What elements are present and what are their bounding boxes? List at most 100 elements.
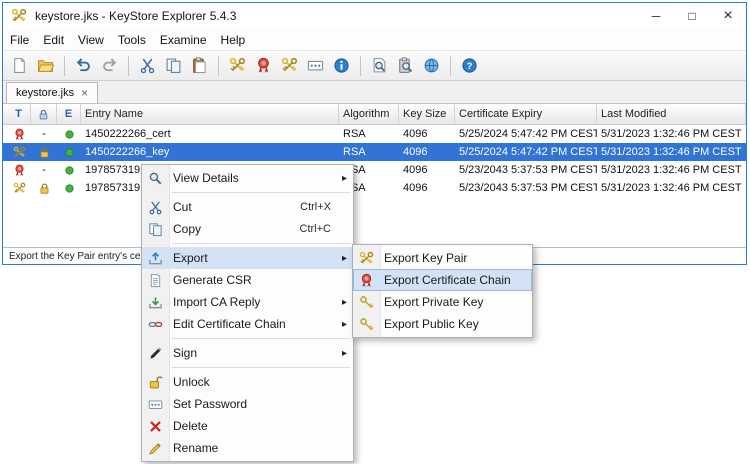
app-window: keystore.jks - KeyStore Explorer 5.4.3 ─…: [2, 2, 747, 265]
last-modified: 5/31/2023 1:32:46 PM CEST: [597, 143, 746, 161]
key-size: 4096: [399, 161, 455, 179]
submenu-item-export-private-key[interactable]: Export Private Key: [353, 291, 532, 313]
tab-keystore-jks[interactable]: keystore.jks ×: [6, 82, 98, 103]
context-menu-item-edit-certificate-chain[interactable]: Edit Certificate Chain ▸: [142, 313, 353, 335]
context-menu-item-cut[interactable]: Cut Ctrl+X: [142, 196, 353, 218]
cut-icon: [148, 200, 163, 215]
properties-button[interactable]: [329, 53, 354, 78]
open-button[interactable]: [33, 53, 58, 78]
header-algorithm[interactable]: Algorithm: [339, 104, 399, 124]
key-icon: [359, 295, 374, 310]
close-tab-icon[interactable]: ×: [81, 87, 88, 99]
help-icon: ?: [461, 57, 478, 74]
submenu-item-export-certificate-chain[interactable]: Export Certificate Chain: [353, 269, 532, 291]
table-row-1450222266-cert[interactable]: - 1450222266_cert RSA 4096 5/25/2024 5:4…: [3, 125, 746, 143]
lock-icon: [37, 108, 50, 121]
rename-icon: [148, 441, 163, 456]
certificate-icon: [13, 128, 26, 141]
header-last-modified[interactable]: Last Modified: [597, 104, 746, 124]
context-menu-item-unlock[interactable]: Unlock: [142, 371, 353, 393]
menu-edit[interactable]: Edit: [36, 31, 71, 49]
menu-file[interactable]: File: [3, 31, 36, 49]
menu-help[interactable]: Help: [214, 31, 253, 49]
menu-tools[interactable]: Tools: [111, 31, 153, 49]
export-icon: [148, 251, 163, 266]
magnifier-icon: [148, 171, 163, 186]
toolbar-separator: [360, 56, 361, 76]
context-menu-item-view-details[interactable]: View Details ▸: [142, 167, 353, 189]
header-key-size[interactable]: Key Size: [399, 104, 455, 124]
submenu-arrow-icon: ▸: [337, 253, 347, 264]
context-menu-item-set-password[interactable]: Set Password: [142, 393, 353, 415]
examine-ssl-button[interactable]: [419, 53, 444, 78]
table-row-197857319-cert[interactable]: - 197857319 RSA 4096 5/23/2043 5:37:53 P…: [3, 161, 746, 179]
set-password-button[interactable]: [303, 53, 328, 78]
context-menu: View Details ▸ Cut Ctrl+X Copy Ctrl+C Ex…: [141, 164, 354, 462]
key-size: 4096: [399, 125, 455, 143]
submenu-item-export-key-pair[interactable]: Export Key Pair: [353, 247, 532, 269]
menu-view[interactable]: View: [71, 31, 111, 49]
import-keypair-icon: [281, 57, 298, 74]
redo-icon: [101, 57, 118, 74]
cut-button[interactable]: [135, 53, 160, 78]
cut-icon: [139, 57, 156, 74]
help-button[interactable]: ?: [457, 53, 482, 78]
toolbar: ?: [3, 50, 746, 81]
header-type[interactable]: T: [7, 104, 31, 124]
header-lock[interactable]: [31, 104, 57, 124]
context-menu-item-export[interactable]: Export ▸: [142, 247, 353, 269]
maximize-icon: □: [688, 9, 695, 23]
header-expiry-status[interactable]: E: [57, 104, 81, 124]
keystore-entries-table: T E Entry Name Algorithm Key Size Certif…: [3, 104, 746, 247]
title-bar: keystore.jks - KeyStore Explorer 5.4.3 ─…: [3, 3, 746, 29]
keypair-icon: [13, 182, 26, 195]
menu-examine[interactable]: Examine: [153, 31, 214, 49]
table-row-197857319-key[interactable]: 197857319 RSA 4096 5/23/2043 5:37:53 PM …: [3, 179, 746, 197]
svg-text:?: ?: [467, 61, 473, 72]
copy-button[interactable]: [161, 53, 186, 78]
padlock-icon: [38, 182, 51, 195]
paste-button[interactable]: [187, 53, 212, 78]
context-menu-item-rename[interactable]: Rename: [142, 437, 353, 459]
submenu-item-export-public-key[interactable]: Export Public Key: [353, 313, 532, 335]
tab-bar: keystore.jks ×: [3, 81, 746, 104]
algorithm: RSA: [339, 143, 399, 161]
import-trusted-certificate-button[interactable]: [251, 53, 276, 78]
copy-icon: [165, 57, 182, 74]
last-modified: 5/31/2023 1:32:46 PM CEST: [597, 179, 746, 197]
tab-label: keystore.jks: [16, 87, 74, 99]
certificate-expiry: 5/23/2043 5:37:53 PM CEST: [455, 161, 597, 179]
examine-crl-button[interactable]: [393, 53, 418, 78]
close-button[interactable]: ×: [710, 3, 746, 29]
close-icon: ×: [723, 7, 732, 25]
new-button[interactable]: [7, 53, 32, 78]
app-icon: [11, 8, 27, 24]
context-menu-item-copy[interactable]: Copy Ctrl+C: [142, 218, 353, 240]
header-certificate-expiry[interactable]: Certificate Expiry: [455, 104, 597, 124]
redo-button[interactable]: [97, 53, 122, 78]
context-menu-item-generate-csr[interactable]: Generate CSR: [142, 269, 353, 291]
import-keypair-button[interactable]: [277, 53, 302, 78]
minimize-button[interactable]: ─: [638, 3, 674, 29]
examine-ssl-icon: [423, 57, 440, 74]
keypair-icon: [13, 146, 26, 159]
shortcut-label: Ctrl+X: [300, 201, 331, 213]
header-entry-name[interactable]: Entry Name: [81, 104, 339, 124]
examine-certificate-button[interactable]: [367, 53, 392, 78]
status-ok-icon: [63, 146, 76, 159]
key-size: 4096: [399, 143, 455, 161]
padlock-icon: [38, 146, 51, 159]
table-row-1450222266-key[interactable]: 1450222266_key RSA 4096 5/25/2024 5:47:4…: [3, 143, 746, 161]
generate-keypair-button[interactable]: [225, 53, 250, 78]
context-menu-item-delete[interactable]: Delete: [142, 415, 353, 437]
maximize-button[interactable]: □: [674, 3, 710, 29]
undo-button[interactable]: [71, 53, 96, 78]
copy-icon: [148, 222, 163, 237]
set-password-icon: [148, 397, 163, 412]
set-password-icon: [307, 57, 324, 74]
context-menu-item-import-ca-reply[interactable]: Import CA Reply ▸: [142, 291, 353, 313]
context-menu-item-sign[interactable]: Sign ▸: [142, 342, 353, 364]
certificate-expiry: 5/25/2024 5:47:42 PM CEST: [455, 125, 597, 143]
status-text: Export the Key Pair entry's ce: [9, 251, 140, 262]
submenu-arrow-icon: ▸: [337, 297, 347, 308]
